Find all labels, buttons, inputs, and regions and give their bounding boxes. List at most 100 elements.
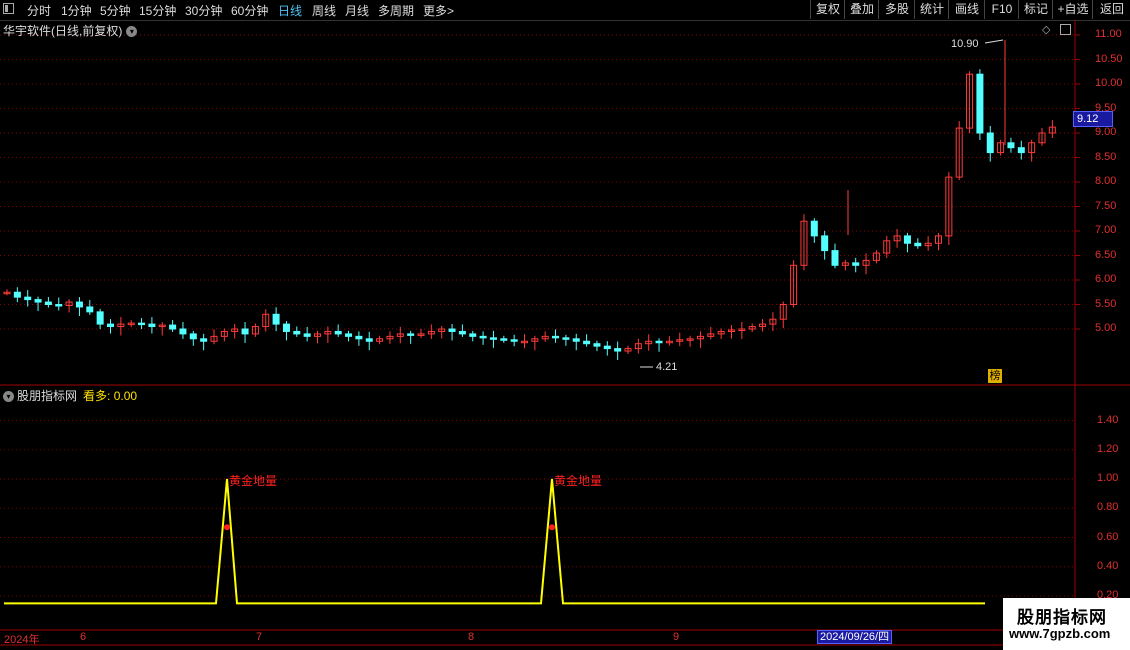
candle-body bbox=[169, 324, 177, 330]
button-mark[interactable]: 标记 bbox=[1018, 0, 1053, 19]
button-add-watchlist[interactable]: +自选 bbox=[1052, 0, 1093, 19]
high-pointer bbox=[984, 39, 1004, 44]
price-tick-label: 6.00 bbox=[1095, 273, 1117, 285]
candle-body bbox=[489, 337, 497, 340]
grid-lines bbox=[0, 20, 1130, 646]
candle-body bbox=[334, 330, 342, 335]
tab-1min[interactable]: 1分钟 bbox=[61, 2, 92, 19]
candle-body bbox=[593, 343, 601, 347]
candle-body bbox=[355, 335, 363, 340]
date-label-aug: 8 bbox=[468, 631, 475, 643]
price-tick-label: 10.00 bbox=[1095, 77, 1123, 89]
indicator-tick-label: 1.20 bbox=[1097, 442, 1119, 455]
tab-daily[interactable]: 日线 bbox=[278, 2, 302, 19]
low-price-label: 4.21 bbox=[656, 361, 678, 373]
tab-more-label: 更多 bbox=[423, 4, 448, 18]
candle-body bbox=[148, 323, 156, 328]
stock-name-label: 华宇软件(日线,前复权) bbox=[3, 24, 123, 38]
candle-body bbox=[572, 338, 580, 342]
panel-toggle-icon[interactable] bbox=[1060, 24, 1071, 35]
chart-title[interactable]: 华宇软件(日线,前复权) ▾ bbox=[3, 22, 138, 39]
price-tick-label: 10.50 bbox=[1095, 52, 1123, 65]
candle-body bbox=[510, 339, 518, 342]
button-overlay[interactable]: 叠加 bbox=[844, 0, 879, 19]
candle-body bbox=[303, 333, 311, 337]
candle-body bbox=[75, 301, 83, 308]
button-statistics[interactable]: 统计 bbox=[914, 0, 949, 19]
candle-body bbox=[13, 291, 21, 298]
tab-30min[interactable]: 30分钟 bbox=[185, 2, 222, 19]
price-tick-label: 7.50 bbox=[1095, 199, 1117, 212]
candle-body bbox=[614, 348, 622, 352]
current-price-tag: 9.12 bbox=[1073, 111, 1113, 127]
candle-body bbox=[1017, 147, 1025, 154]
price-tick-label: 8.00 bbox=[1095, 175, 1117, 187]
indicator-line bbox=[4, 478, 985, 605]
candle-body bbox=[24, 296, 32, 301]
chart-canvas[interactable] bbox=[0, 20, 1130, 650]
signal-dot bbox=[549, 524, 555, 531]
candle-body bbox=[272, 313, 280, 325]
candle-body bbox=[448, 328, 456, 332]
button-multi-stock[interactable]: 多股 bbox=[878, 0, 915, 19]
candle-body bbox=[282, 323, 290, 332]
tab-weekly[interactable]: 周线 bbox=[312, 2, 336, 19]
tab-more[interactable]: 更多> bbox=[423, 2, 454, 19]
candle-body bbox=[107, 323, 114, 328]
high-price-label: 10.90 bbox=[951, 38, 979, 50]
chevron-right-icon: > bbox=[447, 4, 455, 18]
signal-label-2: 黄金地量 bbox=[554, 474, 603, 488]
indicator-tick-label: 0.40 bbox=[1097, 559, 1119, 572]
candle-body bbox=[903, 235, 911, 244]
candle-body bbox=[189, 333, 197, 340]
candle-body bbox=[55, 304, 63, 307]
candle-body bbox=[810, 220, 818, 237]
candle-body bbox=[34, 299, 42, 303]
watermark: 股朋指标网 www.7gpzb.com bbox=[1003, 598, 1130, 650]
candle-body bbox=[986, 132, 994, 154]
candle-body bbox=[914, 242, 922, 247]
candle-body bbox=[583, 340, 591, 345]
candle-body bbox=[655, 340, 663, 344]
date-label-jul: 7 bbox=[256, 631, 263, 643]
tab-multi-period[interactable]: 多周期 bbox=[378, 2, 414, 19]
price-tick-label: 6.50 bbox=[1095, 248, 1117, 261]
candle-body bbox=[479, 335, 487, 339]
button-restore-rights[interactable]: 复权 bbox=[810, 0, 845, 19]
window-layout-icon[interactable] bbox=[3, 3, 14, 14]
tab-fenshi[interactable]: 分时 bbox=[27, 2, 51, 19]
candle-body bbox=[552, 335, 560, 339]
signal-dot bbox=[224, 524, 230, 531]
tab-15min[interactable]: 15分钟 bbox=[139, 2, 176, 19]
tab-5min[interactable]: 5分钟 bbox=[100, 2, 131, 19]
indicator-tick-label: 0.80 bbox=[1097, 501, 1119, 514]
tab-monthly[interactable]: 月线 bbox=[345, 2, 369, 19]
candlesticks bbox=[3, 40, 1056, 361]
tab-60min[interactable]: 60分钟 bbox=[231, 2, 268, 19]
date-axis: 2024年 6 7 8 9 2024/09/26/四 bbox=[0, 630, 1075, 646]
chevron-down-icon[interactable]: ▾ bbox=[3, 391, 14, 403]
price-tick-label: 8.50 bbox=[1095, 150, 1117, 163]
indicator-tick-label: 1.00 bbox=[1097, 472, 1119, 484]
diamond-icon[interactable]: ◇ bbox=[1042, 23, 1050, 36]
date-label-jun: 6 bbox=[80, 631, 87, 643]
candle-body bbox=[603, 345, 611, 350]
price-tick-label: 7.00 bbox=[1095, 224, 1117, 236]
chevron-down-icon[interactable]: ▾ bbox=[126, 26, 138, 38]
candle-body bbox=[138, 322, 146, 326]
button-back[interactable]: 返回 bbox=[1092, 0, 1130, 19]
button-f10[interactable]: F10 bbox=[984, 0, 1019, 19]
candle-body bbox=[86, 306, 94, 313]
price-tick-label: 11.00 bbox=[1095, 28, 1122, 40]
candle-body bbox=[96, 311, 104, 325]
indicator-title[interactable]: ▾ 股朋指标网 看多: 0.00 bbox=[3, 387, 137, 404]
candle-body bbox=[469, 333, 477, 337]
button-draw-line[interactable]: 画线 bbox=[948, 0, 985, 19]
candle-body bbox=[241, 328, 249, 335]
indicator-name: 股朋指标网 bbox=[17, 389, 78, 403]
bang-badge[interactable]: 榜 bbox=[988, 369, 1002, 383]
watermark-name: 股朋指标网 bbox=[1017, 608, 1107, 627]
candle-body bbox=[852, 262, 860, 266]
watermark-url: www.7gpzb.com bbox=[1009, 626, 1111, 641]
date-label-sep: 9 bbox=[673, 631, 680, 643]
